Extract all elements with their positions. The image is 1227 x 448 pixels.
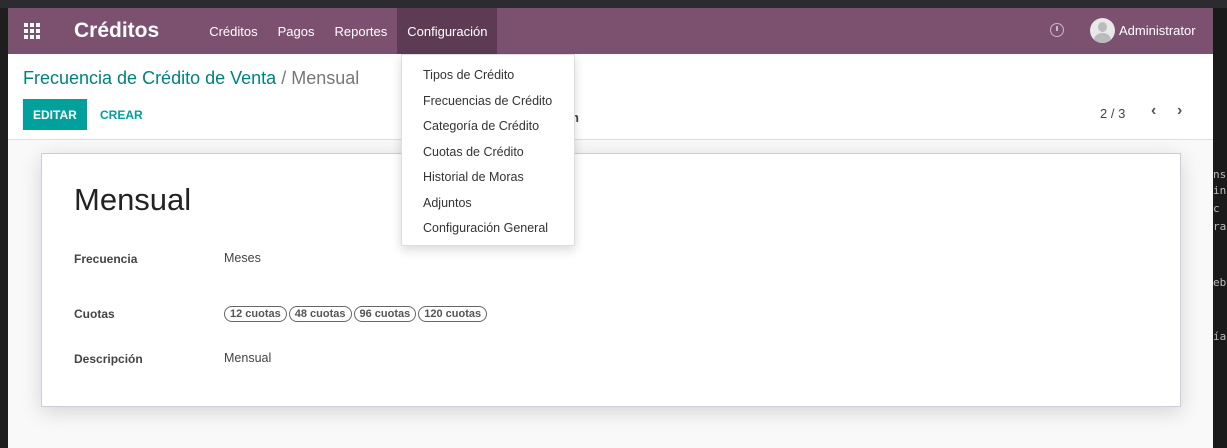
descripcion-label: Descripción [74, 352, 143, 366]
dropdown-item-frecuencias[interactable]: Frecuencias de Crédito [402, 89, 574, 115]
cuota-tag: 12 cuotas [224, 306, 287, 322]
chevron-left-icon[interactable]: ‹ [1151, 102, 1156, 120]
dropdown-item-cuotas[interactable]: Cuotas de Crédito [402, 140, 574, 166]
terminal-text: ra [1213, 220, 1227, 233]
odoo-app: Créditos Créditos Pagos Reportes Configu… [8, 8, 1213, 448]
dropdown-item-historial[interactable]: Historial de Moras [402, 165, 574, 191]
terminal-background: ns in c ra eb ía [1213, 8, 1227, 448]
menu-creditos[interactable]: Créditos [199, 8, 267, 54]
control-panel: Frecuencia de Crédito de Venta / Mensual… [8, 54, 1213, 140]
user-menu[interactable]: Administrator [1119, 23, 1196, 38]
terminal-text: ía [1213, 330, 1227, 343]
os-top-bar [0, 0, 1227, 8]
activity-clock-icon[interactable] [1050, 23, 1064, 37]
dropdown-item-adjuntos[interactable]: Adjuntos [402, 191, 574, 217]
terminal-text: ns [1213, 168, 1227, 181]
configuracion-dropdown: Tipos de Crédito Frecuencias de Crédito … [401, 54, 575, 246]
edit-button[interactable]: EDITAR [23, 99, 87, 130]
user-avatar[interactable] [1090, 18, 1115, 43]
menu-reportes[interactable]: Reportes [324, 8, 397, 54]
chevron-right-icon[interactable]: › [1177, 102, 1182, 120]
breadcrumb-separator: / [281, 68, 287, 88]
terminal-text: in [1213, 184, 1227, 197]
apps-menu-button[interactable] [8, 8, 56, 54]
top-navbar: Créditos Créditos Pagos Reportes Configu… [8, 8, 1213, 54]
breadcrumb: Frecuencia de Crédito de Venta / Mensual [23, 68, 359, 89]
cuota-tag: 48 cuotas [288, 306, 352, 322]
form-sheet: Mensual Frecuencia Meses Cuotas 12 cuota… [41, 153, 1181, 407]
menu-configuracion[interactable]: Configuración [397, 8, 498, 54]
dropdown-item-categoria[interactable]: Categoría de Crédito [402, 114, 574, 140]
grid-icon [24, 23, 40, 39]
terminal-text: eb [1213, 276, 1227, 289]
frecuencia-label: Frecuencia [74, 252, 138, 266]
terminal-text: c [1213, 202, 1220, 215]
app-brand[interactable]: Créditos [74, 19, 159, 43]
cuota-tag: 96 cuotas [353, 306, 417, 322]
pager-value[interactable]: 2 / 3 [1100, 106, 1125, 121]
cuota-tag: 120 cuotas [418, 306, 488, 322]
create-button[interactable]: CREAR [100, 99, 143, 130]
dropdown-item-config-general[interactable]: Configuración General [402, 216, 574, 242]
menu-pagos[interactable]: Pagos [268, 8, 325, 54]
breadcrumb-parent[interactable]: Frecuencia de Crédito de Venta [23, 68, 276, 88]
frecuencia-value: Meses [224, 251, 261, 265]
cuotas-tags: 12 cuotas 48 cuotas 96 cuotas 120 cuotas [224, 306, 488, 322]
descripcion-value: Mensual [224, 351, 272, 365]
breadcrumb-current: Mensual [291, 68, 360, 88]
cuotas-label: Cuotas [74, 307, 115, 321]
dropdown-item-tipos[interactable]: Tipos de Crédito [402, 63, 574, 89]
record-title: Mensual [74, 182, 192, 217]
